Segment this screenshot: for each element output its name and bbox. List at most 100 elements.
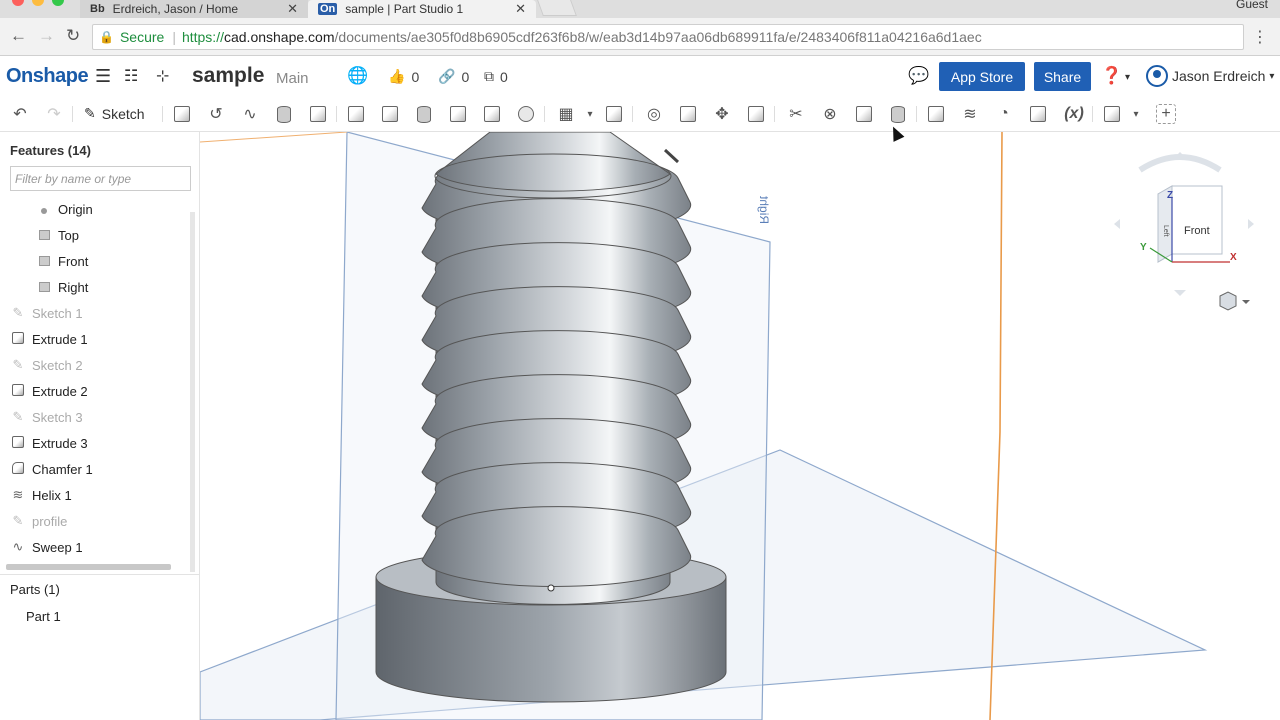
feature-item-helix-1[interactable]: ≋ Helix 1 xyxy=(0,482,192,508)
custom-features-chevron-icon[interactable]: ▾ xyxy=(1126,104,1146,124)
feature-item-front[interactable]: Front xyxy=(0,248,192,274)
insert-icon[interactable]: ⊹ xyxy=(156,66,169,86)
browser-menu-icon[interactable]: ⋮ xyxy=(1252,27,1268,47)
app-store-button[interactable]: App Store xyxy=(939,62,1025,91)
feature-item-origin[interactable]: Origin xyxy=(0,196,192,222)
sketch-button[interactable]: ✎ Sketch xyxy=(84,105,145,122)
onshape-logo[interactable]: Onshape xyxy=(6,65,89,88)
view-cube-front-face[interactable] xyxy=(1171,185,1223,255)
import-icon[interactable] xyxy=(1028,104,1048,124)
redo-icon[interactable]: ↷ xyxy=(44,104,64,124)
mate-connector-icon[interactable]: ◔ xyxy=(994,104,1014,124)
feature-item-top[interactable]: Top xyxy=(0,222,192,248)
maximize-window-icon[interactable] xyxy=(52,0,64,6)
modify-fillet-icon[interactable]: ✂ xyxy=(786,104,806,124)
extrude-icon[interactable] xyxy=(172,104,192,124)
feature-item-sketch-3[interactable]: ✎ Sketch 3 xyxy=(0,404,192,430)
split-icon[interactable] xyxy=(678,104,698,124)
part-item-part-1[interactable]: Part 1 xyxy=(26,609,61,624)
globe-icon[interactable]: 🌐 xyxy=(347,66,368,86)
feature-filter-input[interactable] xyxy=(10,166,191,191)
pattern-dropdown-chevron-icon[interactable]: ▾ xyxy=(580,104,600,124)
rotate-right-arrow-icon[interactable] xyxy=(1248,219,1254,229)
mirror-icon[interactable] xyxy=(604,104,624,124)
view-options-cube-icon[interactable] xyxy=(1219,291,1250,311)
reload-icon[interactable]: ↻ xyxy=(66,26,80,46)
pattern-icon[interactable]: ▦ xyxy=(556,104,576,124)
close-window-icon[interactable] xyxy=(12,0,24,6)
plane-tool-icon[interactable] xyxy=(926,104,946,124)
back-arrow-icon[interactable]: ← xyxy=(10,26,27,46)
feature-list-horizontal-scrollbar[interactable] xyxy=(6,564,171,570)
feature-item-extrude-1[interactable]: Extrude 1 xyxy=(0,326,192,352)
feature-item-extrude-2[interactable]: Extrude 2 xyxy=(0,378,192,404)
move-face-icon[interactable] xyxy=(854,104,874,124)
rib-icon[interactable] xyxy=(448,104,468,124)
view-cube[interactable]: Front Left Z X Y xyxy=(1114,152,1254,311)
feature-item-profile[interactable]: ✎ profile xyxy=(0,508,192,534)
close-tab-icon[interactable]: ✕ xyxy=(515,1,526,17)
help-dropdown-chevron-icon[interactable]: ▾ xyxy=(1125,72,1130,83)
panel-divider[interactable] xyxy=(0,574,200,575)
help-icon[interactable]: ❓ xyxy=(1101,66,1122,86)
feature-item-extrude-3[interactable]: Extrude 3 xyxy=(0,430,192,456)
features-heading[interactable]: Features (14) xyxy=(10,143,91,158)
feature-item-sketch-1[interactable]: ✎ Sketch 1 xyxy=(0,300,192,326)
hole-icon[interactable] xyxy=(516,104,536,124)
custom-features-icon[interactable] xyxy=(1102,104,1122,124)
share-button[interactable]: Share xyxy=(1034,62,1091,91)
sweep-tool-icon[interactable]: ∿ xyxy=(240,104,260,124)
loft-icon[interactable] xyxy=(274,104,294,124)
add-custom-feature-icon[interactable]: + xyxy=(1156,104,1176,124)
variable-icon[interactable]: (x) xyxy=(1062,104,1086,124)
feature-item-sweep-1[interactable]: ∿ Sweep 1 xyxy=(0,534,192,560)
hamburger-menu-icon[interactable]: ☰ xyxy=(95,66,111,87)
feature-label: Right xyxy=(58,279,89,295)
helix-tool-icon[interactable]: ≋ xyxy=(960,104,980,124)
profile-label[interactable]: Guest xyxy=(1236,0,1268,11)
parts-heading[interactable]: Parts (1) xyxy=(10,582,60,597)
feature-list-icon[interactable]: ☷ xyxy=(124,66,138,86)
rotate-down-arrow-icon[interactable] xyxy=(1174,290,1186,296)
chamfer-tool-icon[interactable] xyxy=(380,104,400,124)
transform-icon[interactable]: ✥ xyxy=(712,104,732,124)
feature-label: Sweep 1 xyxy=(32,539,83,555)
feature-item-right[interactable]: Right xyxy=(0,274,192,300)
replace-face-icon[interactable] xyxy=(888,104,908,124)
url-input[interactable]: 🔒 Secure | https://cad.onshape.com/docum… xyxy=(92,24,1244,50)
document-title[interactable]: sample xyxy=(192,64,264,88)
feature-item-chamfer-1[interactable]: Chamfer 1 xyxy=(0,456,192,482)
close-tab-icon[interactable]: ✕ xyxy=(287,1,298,17)
new-tab-button[interactable] xyxy=(537,0,577,16)
shell-icon[interactable] xyxy=(482,104,502,124)
thread-turn[interactable] xyxy=(421,506,692,587)
plane-icon xyxy=(36,254,52,269)
workspace-branch[interactable]: Main xyxy=(276,70,309,87)
boolean-icon[interactable]: ◎ xyxy=(644,104,664,124)
user-menu[interactable]: Jason Erdreich ▾ xyxy=(1146,65,1274,87)
origin-point-icon[interactable] xyxy=(547,584,555,592)
feature-list-vertical-scrollbar[interactable] xyxy=(190,212,195,572)
onshape-favicon-icon: On xyxy=(318,3,338,15)
model-canvas[interactable]: Right Front Left Z X Y xyxy=(200,132,1280,720)
comments-icon[interactable]: 💬 xyxy=(908,66,929,86)
delete-face-icon[interactable]: ⊗ xyxy=(820,104,840,124)
rotate-arc-icon[interactable] xyxy=(1138,154,1222,173)
draft-icon[interactable] xyxy=(414,104,434,124)
like-count[interactable]: 👍 0 xyxy=(388,68,419,85)
minimize-window-icon[interactable] xyxy=(32,0,44,6)
graphics-viewport[interactable]: Right Front Left Z X Y xyxy=(200,132,1280,720)
browser-tab-home[interactable]: Bb Erdreich, Jason / Home ✕ xyxy=(80,0,308,18)
browser-tab-part-studio[interactable]: On sample | Part Studio 1 ✕ xyxy=(308,0,536,18)
revolve-icon[interactable]: ↺ xyxy=(206,104,226,124)
copy-count[interactable]: ⧉ 0 xyxy=(484,68,508,85)
feature-item-sketch-2[interactable]: ✎ Sketch 2 xyxy=(0,352,192,378)
delete-part-icon[interactable] xyxy=(746,104,766,124)
fillet-icon[interactable] xyxy=(346,104,366,124)
thicken-icon[interactable] xyxy=(308,104,328,124)
forward-arrow-icon[interactable]: → xyxy=(38,26,55,46)
link-count[interactable]: 🔗 0 xyxy=(438,68,469,85)
view-options-chevron-icon[interactable] xyxy=(1242,300,1250,304)
undo-icon[interactable]: ↶ xyxy=(10,104,30,124)
rotate-left-arrow-icon[interactable] xyxy=(1114,219,1120,229)
